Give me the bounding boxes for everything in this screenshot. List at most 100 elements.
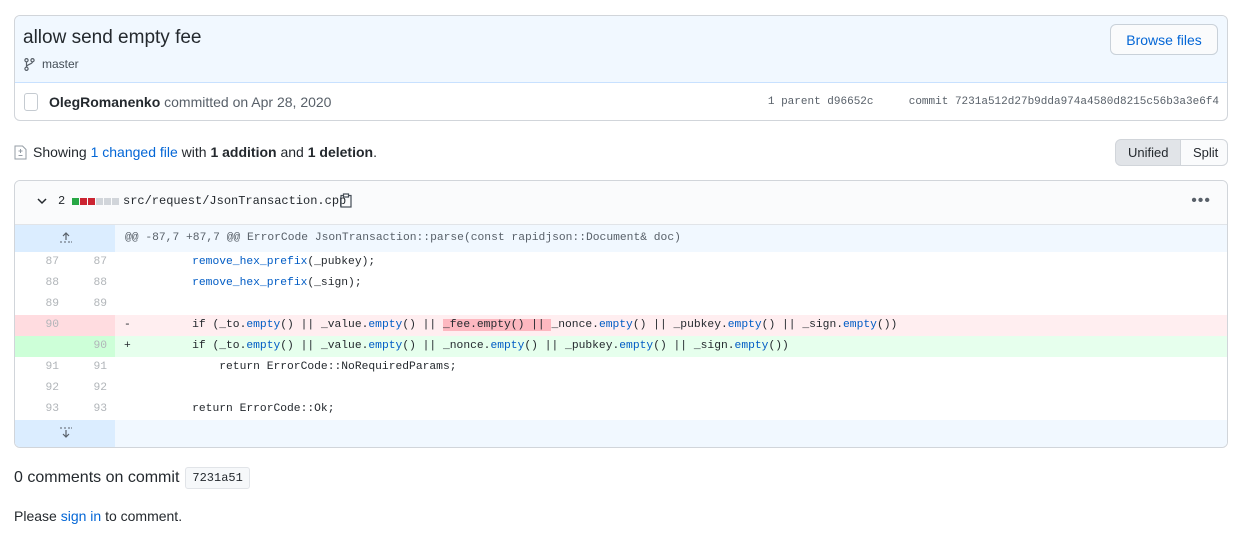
author-link[interactable]: OlegRomanenko <box>49 94 160 110</box>
diffstat-square <box>80 198 87 205</box>
with-text: with <box>181 144 207 160</box>
code-token: () || _pubkey. <box>524 340 620 352</box>
added-line-row: 90 + if (_to.empty() || _value.empty() ||… <box>15 336 1227 357</box>
branch-name[interactable]: master <box>42 57 79 71</box>
old-line-number[interactable]: 88 <box>15 273 59 294</box>
new-line-number[interactable]: 88 <box>57 273 107 294</box>
code-token: () || _pubkey. <box>632 319 728 331</box>
old-line-number[interactable]: 91 <box>15 357 59 378</box>
code-token: () || _value. <box>280 319 369 331</box>
old-line-number[interactable] <box>15 336 59 357</box>
comments-count-text: 0 comments on commit <box>14 469 180 486</box>
code-token: () || _value. <box>280 340 369 352</box>
diffstat-square <box>96 198 103 205</box>
chevron-down-icon[interactable] <box>37 198 47 205</box>
code-token: empty <box>598 319 633 331</box>
code-token: (_sign); <box>307 277 362 289</box>
code-token: return ErrorCode::NoRequiredParams; <box>165 361 457 373</box>
clipboard-icon[interactable] <box>340 193 352 208</box>
code-line: if (_to.empty() || _value.empty() || _no… <box>165 336 789 357</box>
code-token: empty <box>368 319 403 331</box>
code-token: remove_hex_prefix <box>192 256 308 268</box>
code-line: remove_hex_prefix(_pubkey); <box>165 252 375 273</box>
code-line: return ErrorCode::Ok; <box>165 399 334 420</box>
code-token: empty <box>734 340 769 352</box>
code-line: remove_hex_prefix(_sign); <box>165 273 362 294</box>
new-line-number[interactable]: 93 <box>57 399 107 420</box>
unified-view-button[interactable]: Unified <box>1115 139 1181 166</box>
change-count: 2 <box>58 194 66 208</box>
new-line-number[interactable]: 89 <box>57 294 107 315</box>
code-token: (_pubkey); <box>307 256 376 268</box>
code-token: empty <box>246 319 281 331</box>
git-branch-icon <box>24 57 35 71</box>
context-line-row: 92 92 <box>15 378 1227 399</box>
context-line-row: 88 88 remove_hex_prefix(_sign); <box>15 273 1227 294</box>
code-token: empty <box>619 340 654 352</box>
commit-title-bar: allow send empty fee master Browse files <box>15 16 1227 83</box>
author-line: OlegRomanenko committed on Apr 28, 2020 <box>49 94 331 110</box>
commit-meta: OlegRomanenko committed on Apr 28, 2020 … <box>15 83 1227 120</box>
code-token: empty <box>246 340 281 352</box>
avatar[interactable] <box>24 93 38 111</box>
changed-files-link[interactable]: 1 changed file <box>91 144 178 160</box>
highlighted-deletion: _fee.empty() || <box>443 319 552 331</box>
file-diff-icon <box>14 145 27 159</box>
code-token: () || <box>402 319 443 331</box>
code-line: if (_to.empty() || _value.empty() || _fe… <box>165 315 897 336</box>
old-line-number[interactable]: 87 <box>15 252 59 273</box>
new-line-number[interactable]: 87 <box>57 252 107 273</box>
expand-up-icon[interactable] <box>59 231 73 243</box>
diff-sign: + <box>124 340 131 352</box>
hunk-header: @@ -87,7 +87,7 @@ ErrorCode JsonTransact… <box>125 232 681 244</box>
sign-in-link[interactable]: sign in <box>61 508 101 524</box>
commit-label: commit <box>908 96 949 108</box>
commit-sha-badge: 7231a51 <box>185 467 250 489</box>
code-token: empty <box>490 340 525 352</box>
code-token: empty <box>727 319 762 331</box>
context-line-row: 93 93 return ErrorCode::Ok; <box>15 399 1227 420</box>
diff-body: 87 87 remove_hex_prefix(_pubkey); 88 88 rem… <box>15 252 1227 420</box>
browse-files-button[interactable]: Browse files <box>1110 24 1218 55</box>
code-token: empty <box>368 340 403 352</box>
sha-area: 1 parent d96652c commit 7231a512d27b9dda… <box>768 96 1219 108</box>
signin-prompt: Please sign in to comment. <box>14 508 182 524</box>
context-line-row: 91 91 return ErrorCode::NoRequiredParams; <box>15 357 1227 378</box>
code-token: empty <box>843 319 877 331</box>
showing-text: Showing <box>33 144 87 160</box>
code-token: ()) <box>876 319 898 331</box>
diffstat-bar <box>72 198 120 205</box>
view-toggle: Unified Split <box>1115 139 1228 166</box>
code-token: () || _nonce. <box>402 340 491 352</box>
commit-header: allow send empty fee master Browse files… <box>14 15 1228 121</box>
old-line-number[interactable]: 93 <box>15 399 59 420</box>
new-line-number[interactable]: 91 <box>57 357 107 378</box>
new-line-number[interactable]: 90 <box>57 336 107 357</box>
old-line-number[interactable]: 89 <box>15 294 59 315</box>
old-line-number[interactable]: 92 <box>15 378 59 399</box>
code-token: if (_to. <box>165 340 247 352</box>
diff-summary: Showing 1 changed file with 1 addition a… <box>14 144 377 160</box>
deletions-count: 1 deletion <box>307 144 374 160</box>
please-text: Please <box>14 508 57 524</box>
context-line-row: 87 87 remove_hex_prefix(_pubkey); <box>15 252 1227 273</box>
commit-title: allow send empty fee <box>23 27 202 48</box>
new-line-number[interactable]: 92 <box>57 378 107 399</box>
additions-count: 1 addition <box>210 144 277 160</box>
diff-sign: - <box>124 319 131 331</box>
file-path-link[interactable]: src/request/JsonTransaction.cpp <box>123 194 346 208</box>
parent-sha-link[interactable]: d96652c <box>827 96 873 108</box>
new-line-number[interactable] <box>57 315 107 336</box>
expand-down-icon[interactable] <box>59 427 73 440</box>
code-token: () || _sign. <box>653 340 735 352</box>
expand-bottom-row <box>15 420 1227 447</box>
code-token: _nonce. <box>551 319 599 331</box>
old-line-number[interactable]: 90 <box>15 315 59 336</box>
split-view-button[interactable]: Split <box>1181 139 1228 166</box>
kebab-menu-icon[interactable]: ••• <box>1191 192 1211 210</box>
and-text: and <box>280 144 304 160</box>
committed-date: committed on Apr 28, 2020 <box>164 94 332 110</box>
file-header: 2 src/request/JsonTransaction.cpp ••• <box>15 181 1227 225</box>
commit-sha: 7231a512d27b9dda974a4580d8215c56b3a3e6f4 <box>954 96 1219 108</box>
